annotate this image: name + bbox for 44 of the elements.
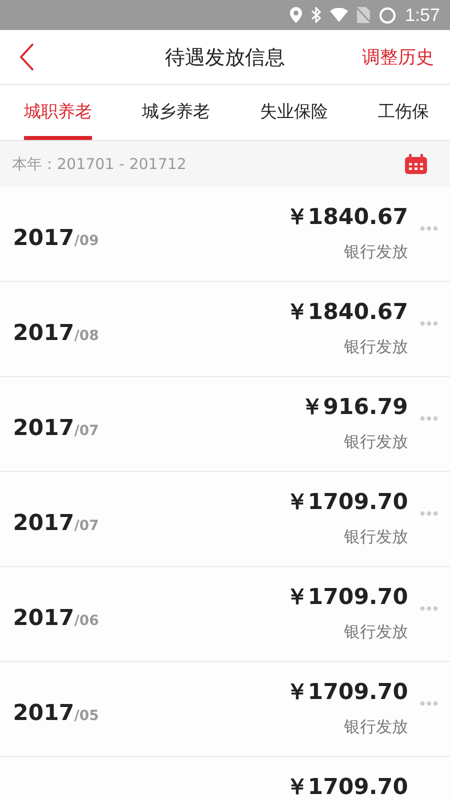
month-text: /09 bbox=[74, 232, 99, 250]
more-icon bbox=[420, 321, 438, 326]
month-text: /05 bbox=[74, 706, 99, 726]
amount-text: ￥1709.70 bbox=[286, 679, 408, 707]
payment-method: 银行发放 bbox=[344, 526, 408, 548]
calendar-icon[interactable] bbox=[405, 154, 427, 174]
bluetooth-icon bbox=[310, 7, 321, 23]
adjust-history-link[interactable]: 调整历史 bbox=[362, 44, 434, 70]
more-icon bbox=[420, 701, 438, 706]
battery-icon bbox=[378, 6, 396, 24]
more-icon bbox=[420, 606, 438, 611]
month-text: /08 bbox=[74, 326, 99, 346]
amount-text: ￥1840.67 bbox=[286, 204, 408, 232]
payment-method: 银行发放 bbox=[344, 336, 408, 358]
amount-text: ￥916.79 bbox=[301, 394, 408, 422]
month-text: /06 bbox=[74, 612, 99, 630]
year-text: 2017 bbox=[13, 700, 74, 728]
more-icon bbox=[420, 226, 438, 231]
payment-method: 银行发放 bbox=[344, 621, 408, 643]
payment-method: 银行发放 bbox=[344, 716, 408, 738]
year-text: 2017 bbox=[13, 510, 74, 538]
no-sim-icon bbox=[356, 7, 370, 23]
amount-text: ￥1709.70 bbox=[286, 489, 408, 517]
amount-text: ￥1840.67 bbox=[286, 299, 408, 327]
payment-method: 银行发放 bbox=[344, 241, 408, 263]
period-label: 本年：201701 - 201712 bbox=[12, 154, 186, 175]
payment-method: 银行发放 bbox=[344, 431, 408, 453]
location-icon bbox=[290, 7, 302, 23]
tab[interactable]: 失业保险 bbox=[260, 85, 328, 140]
tab[interactable]: 城乡养老 bbox=[142, 85, 210, 140]
year-text: 2017 bbox=[13, 320, 74, 348]
month-text: /07 bbox=[74, 516, 99, 536]
page-title: 待遇发放信息 bbox=[165, 44, 285, 71]
wifi-icon bbox=[330, 8, 348, 22]
more-icon bbox=[420, 416, 438, 421]
more-icon bbox=[420, 511, 438, 516]
year-text: 2017 bbox=[13, 224, 74, 252]
year-text: 2017 bbox=[13, 604, 74, 632]
amount-text: ￥1709.70 bbox=[286, 774, 408, 800]
tab[interactable]: 工伤保 bbox=[378, 85, 429, 140]
status-time: 1:57 bbox=[404, 4, 440, 26]
year-text: 2017 bbox=[13, 414, 74, 442]
month-text: /07 bbox=[74, 422, 99, 440]
amount-text: ￥1709.70 bbox=[286, 584, 408, 612]
